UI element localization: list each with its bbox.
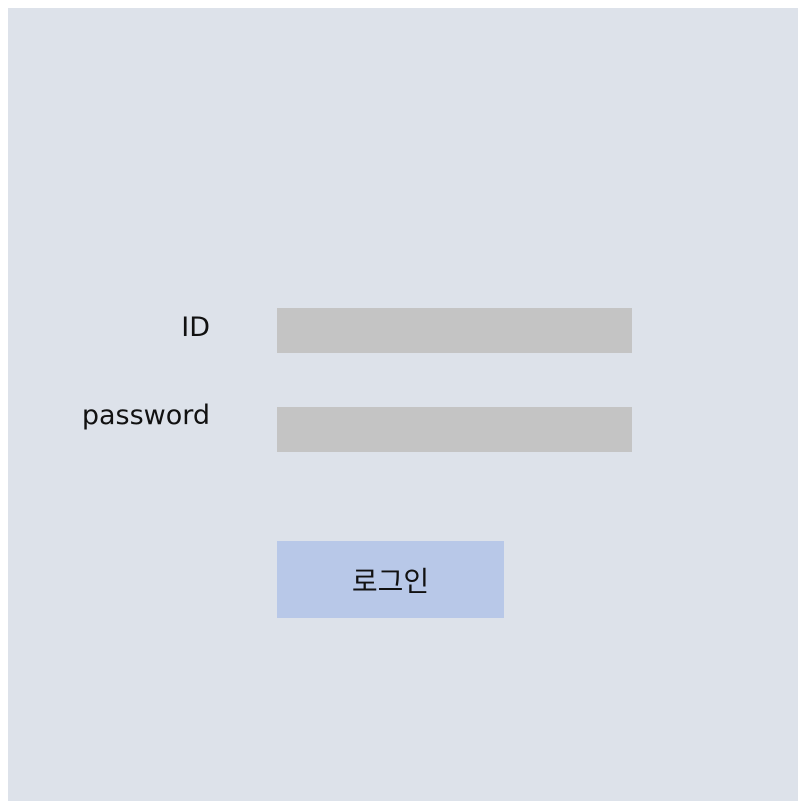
id-label: ID [181,312,210,343]
login-button[interactable]: 로그인 [277,541,504,618]
login-panel: ID password 로그인 [8,8,798,801]
login-button-label: 로그인 [351,564,430,598]
id-input[interactable] [277,308,632,353]
password-input[interactable] [277,407,632,452]
password-label: password [81,400,210,431]
